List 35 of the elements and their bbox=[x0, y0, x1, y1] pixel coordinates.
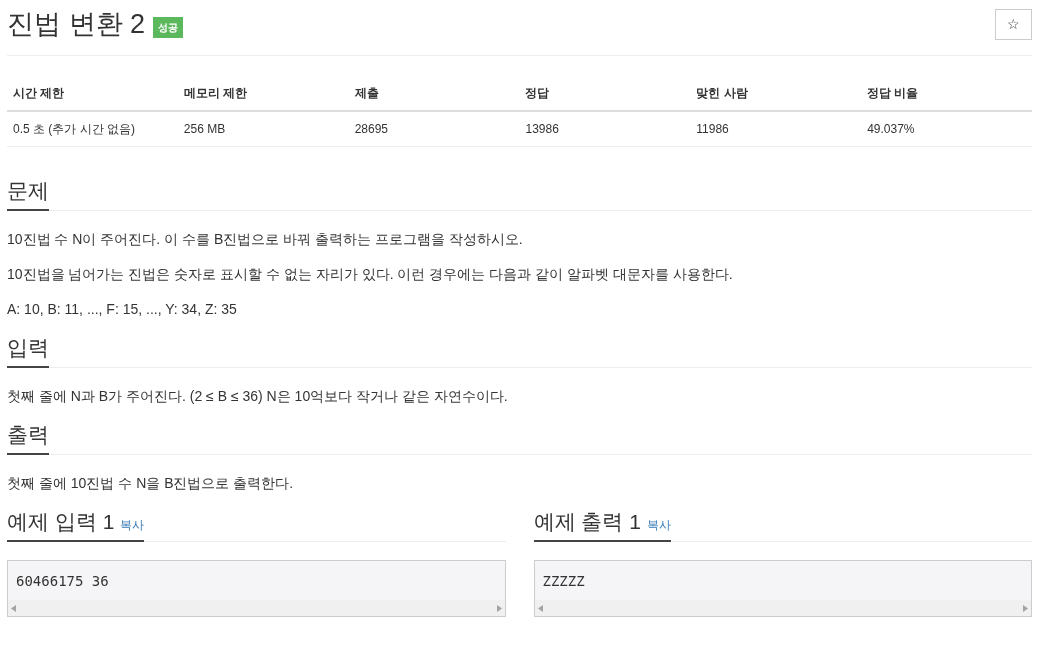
table-cell: 13986 bbox=[525, 122, 559, 136]
column-header: 정답 비율 bbox=[867, 86, 919, 100]
scroll-left-icon[interactable] bbox=[11, 604, 16, 612]
table-cell: 256 MB bbox=[183, 122, 226, 136]
section-heading: 입력 bbox=[7, 335, 49, 361]
table-cell: 28695 bbox=[354, 122, 389, 136]
column-header: 제출 bbox=[354, 86, 379, 100]
copy-link[interactable]: 복사 bbox=[120, 516, 145, 534]
sample-text: 60466175 36 bbox=[15, 572, 110, 591]
section-heading: 예제 출력 1 bbox=[533, 509, 641, 535]
horizontal-scrollbar[interactable] bbox=[8, 600, 505, 616]
table-cell: 11986 bbox=[696, 122, 729, 136]
scroll-left-icon[interactable] bbox=[537, 604, 543, 612]
sample-text: ZZZZZ bbox=[541, 572, 586, 591]
status-badge: 성공 bbox=[153, 16, 184, 38]
paragraph: 10진법을 넘어가는 진법은 숫자로 표시할 수 없는 자리가 있다. 이런 경우에는 다음과 같이 알파벳 대문자를 사용한다. bbox=[7, 265, 734, 284]
star-button[interactable]: ☆ bbox=[995, 8, 1032, 40]
section-heading: 예제 입력 1 bbox=[7, 509, 115, 535]
table-cell: 0.5 초 (추가 시간 없음) bbox=[13, 122, 135, 136]
paragraph: A: 10, B: 11, ..., F: 15, ..., Y: 34, Z: 35 bbox=[7, 300, 238, 319]
column-header: 시간 제한 bbox=[13, 86, 65, 100]
scroll-right-icon[interactable] bbox=[1023, 604, 1028, 612]
copy-link[interactable]: 복사 bbox=[646, 516, 671, 534]
table-cell: 49.037% bbox=[867, 122, 915, 136]
column-header: 정답 bbox=[525, 86, 550, 100]
paragraph: 10진법 수 N이 주어진다. 이 수를 B진법으로 바꿔 출력하는 프로그램을 작성하시오. bbox=[7, 230, 524, 249]
paragraph: 첫째 줄에 N과 B가 주어진다. (2 ≤ B ≤ 36) N은 10억보다 작거나 같은 자연수이다. bbox=[7, 387, 509, 406]
scroll-right-icon[interactable] bbox=[496, 604, 502, 612]
horizontal-scrollbar[interactable] bbox=[534, 600, 1031, 616]
column-header: 맞힌 사람 bbox=[696, 86, 748, 100]
paragraph: 첫째 줄에 10진법 수 N을 B진법으로 출력한다. bbox=[7, 474, 295, 493]
problem-title: 진법 변환 2 bbox=[7, 8, 146, 41]
section-heading: 문제 bbox=[7, 178, 49, 204]
section-heading: 출력 bbox=[7, 422, 49, 448]
column-header: 메모리 제한 bbox=[183, 86, 248, 100]
